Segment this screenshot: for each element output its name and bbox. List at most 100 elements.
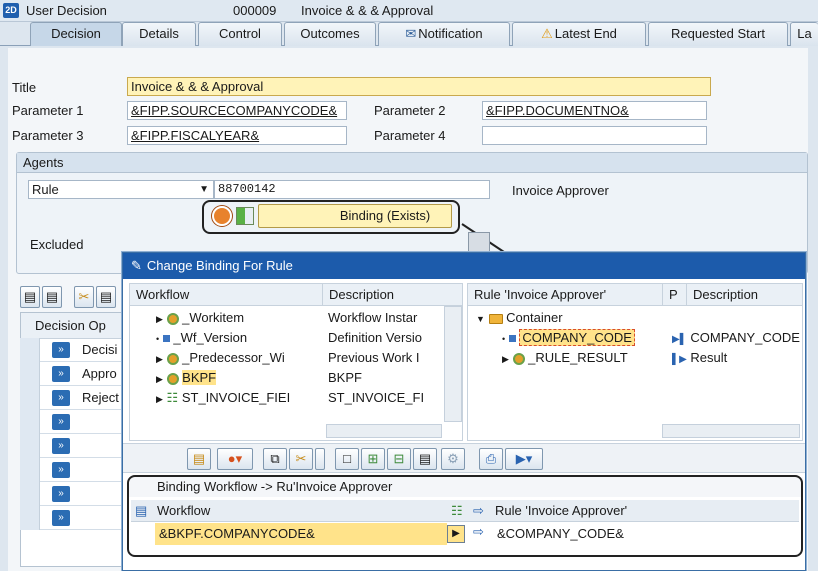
tab-latest-end-label: Latest End [554,26,617,41]
workflow-step-icon: 2D [3,3,19,18]
expand-icon[interactable]: » [52,414,70,430]
tree-node-company-code[interactable]: • COMPANY_CODE [502,328,635,348]
tree-node-predecessor[interactable]: ▶ _Predecessor_Wi [156,348,285,368]
table-row[interactable]: » [20,506,130,530]
table-row[interactable]: » [20,458,130,482]
binding-exists-button[interactable]: Binding (Exists) [258,204,452,228]
step-description: Invoice & & & Approval [301,3,434,18]
row-selector[interactable] [20,386,40,410]
new-icon[interactable]: □ [335,448,359,470]
row-selector[interactable] [20,434,40,458]
rule-description: Invoice Approver [512,183,609,198]
parameter4-field[interactable] [482,126,707,145]
parameter4-label: Parameter 4 [374,128,446,143]
row-selector[interactable] [20,410,40,434]
edit-icon: ✎ [131,258,142,273]
print-icon[interactable]: ⎙ [479,448,503,470]
delete-row-icon[interactable]: ⊟ [387,448,411,470]
details-icon[interactable]: ▤ [20,286,40,308]
object-icon [166,372,179,385]
field-button[interactable] [468,232,490,252]
tab-decision[interactable]: Decision [30,22,122,46]
row-selector[interactable] [20,458,40,482]
row-selector[interactable] [20,362,40,386]
rule-container-pane: Rule 'Invoice Approver' P Description ▼ … [467,283,803,441]
expand-icon[interactable]: » [52,438,70,454]
export-menu-icon[interactable]: ▶▾ [505,448,543,470]
parameter1-field[interactable]: &FIPP.SOURCECOMPANYCODE& [127,101,347,120]
vertical-scrollbar[interactable] [444,306,462,422]
table-row[interactable]: » [20,482,130,506]
rule-column-header: Rule 'Invoice Approver' [474,287,607,302]
row-selector[interactable] [20,506,40,530]
expand-icon[interactable]: » [52,462,70,478]
clipboard-icon[interactable]: ▤ [413,448,437,470]
binding-rule-cell[interactable]: &COMPANY_CODE& [493,523,793,545]
table-row[interactable]: » Reject [20,386,130,410]
tab-requested-start[interactable]: Requested Start [648,22,788,46]
change-binding-dialog: ✎ Change Binding For Rule Workflow Descri… [122,252,806,571]
tree-node-wf-version[interactable]: • _Wf_Version [156,328,247,348]
decision-cell: Appro [82,366,117,381]
expand-icon[interactable]: » [52,486,70,502]
horizontal-scrollbar[interactable] [326,424,442,438]
p-column-header: P [662,284,678,305]
tree-node-rule-result[interactable]: ▶ _RULE_RESULT [502,348,628,368]
table-settings-icon[interactable]: ▤ [135,500,147,521]
row-selector[interactable] [20,482,40,506]
table-row[interactable]: » Appro [20,362,130,386]
decision-rows: » Decisi » Appro » Reject » » » » » [20,338,130,530]
select-all-icon[interactable]: ▤ [42,286,62,308]
generate-binding-icon[interactable]: ▤ [187,448,211,470]
tab-outcomes[interactable]: Outcomes [284,22,376,46]
bullet-icon: • [502,334,506,344]
binding-grid-icon[interactable] [236,207,254,225]
tree-node-workitem[interactable]: ▶ _Workitem [156,308,244,328]
expand-icon[interactable]: » [52,366,70,382]
parameter2-field[interactable]: &FIPP.DOCUMENTNO& [482,101,707,120]
row-selector[interactable] [20,338,40,362]
tree-node-container[interactable]: ▼ Container [476,308,563,328]
rule-number-field[interactable]: 88700142 [214,180,490,199]
expand-arrow-icon: ▶ [156,354,163,364]
table-row[interactable]: » [20,410,130,434]
title-field[interactable]: Invoice & & & Approval [127,77,711,96]
agents-group-title: Agents [17,153,807,173]
rule-desc-column-header: Description [686,284,758,305]
tab-notification[interactable]: ✉ Notification [378,22,510,46]
node-description: ST_INVOICE_FI [328,390,425,405]
tab-control[interactable]: Control [198,22,282,46]
table-row[interactable]: » [20,434,130,458]
node-description: BKPF [328,370,362,385]
node-description: Previous Work I [328,350,420,365]
arrow-right-icon: ⇨ [473,503,484,518]
parameter3-label: Parameter 3 [12,128,84,143]
insert-row-icon[interactable]: ⊞ [361,448,385,470]
table-row[interactable]: » Decisi [20,338,130,362]
binding-direction-button[interactable]: ▶ [447,525,465,543]
folder-icon [488,313,503,324]
binding-row[interactable]: &BKPF.COMPANYCODE& ▶ ⇨ &COMPANY_CODE& [131,523,799,545]
binding-grid-icon[interactable]: ☷ [451,500,463,521]
horizontal-scrollbar[interactable] [662,424,800,438]
tree-node-st-invoice[interactable]: ▶ ☷ ST_INVOICE_FIEI [156,388,290,408]
tab-overflow[interactable]: La [790,22,818,46]
expand-icon[interactable]: » [52,510,70,526]
parameter3-field[interactable]: &FIPP.FISCALYEAR& [127,126,347,145]
copy-icon[interactable]: ▤ [96,286,116,308]
rule-object-icon[interactable] [212,206,232,226]
binding-workflow-cell[interactable]: &BKPF.COMPANYCODE& [155,523,447,545]
object-icon [512,352,525,365]
expand-icon[interactable]: » [52,342,70,358]
agent-type-select[interactable]: Rule ▼ [28,180,214,199]
cut-icon[interactable]: ✂ [74,286,94,308]
expand-icon[interactable]: » [52,390,70,406]
tab-details[interactable]: Details [122,22,196,46]
copy-icon[interactable]: ⧉ [263,448,287,470]
rule-object-menu-icon[interactable]: ●▾ [217,448,253,470]
tree-node-bkpf[interactable]: ▶ BKPF [156,368,217,388]
tab-latest-end[interactable]: ⚠ Latest End [512,22,646,46]
cut-icon[interactable]: ✂ [289,448,313,470]
separator-icon [315,448,325,470]
expression-icon[interactable]: ⚙ [441,448,465,470]
